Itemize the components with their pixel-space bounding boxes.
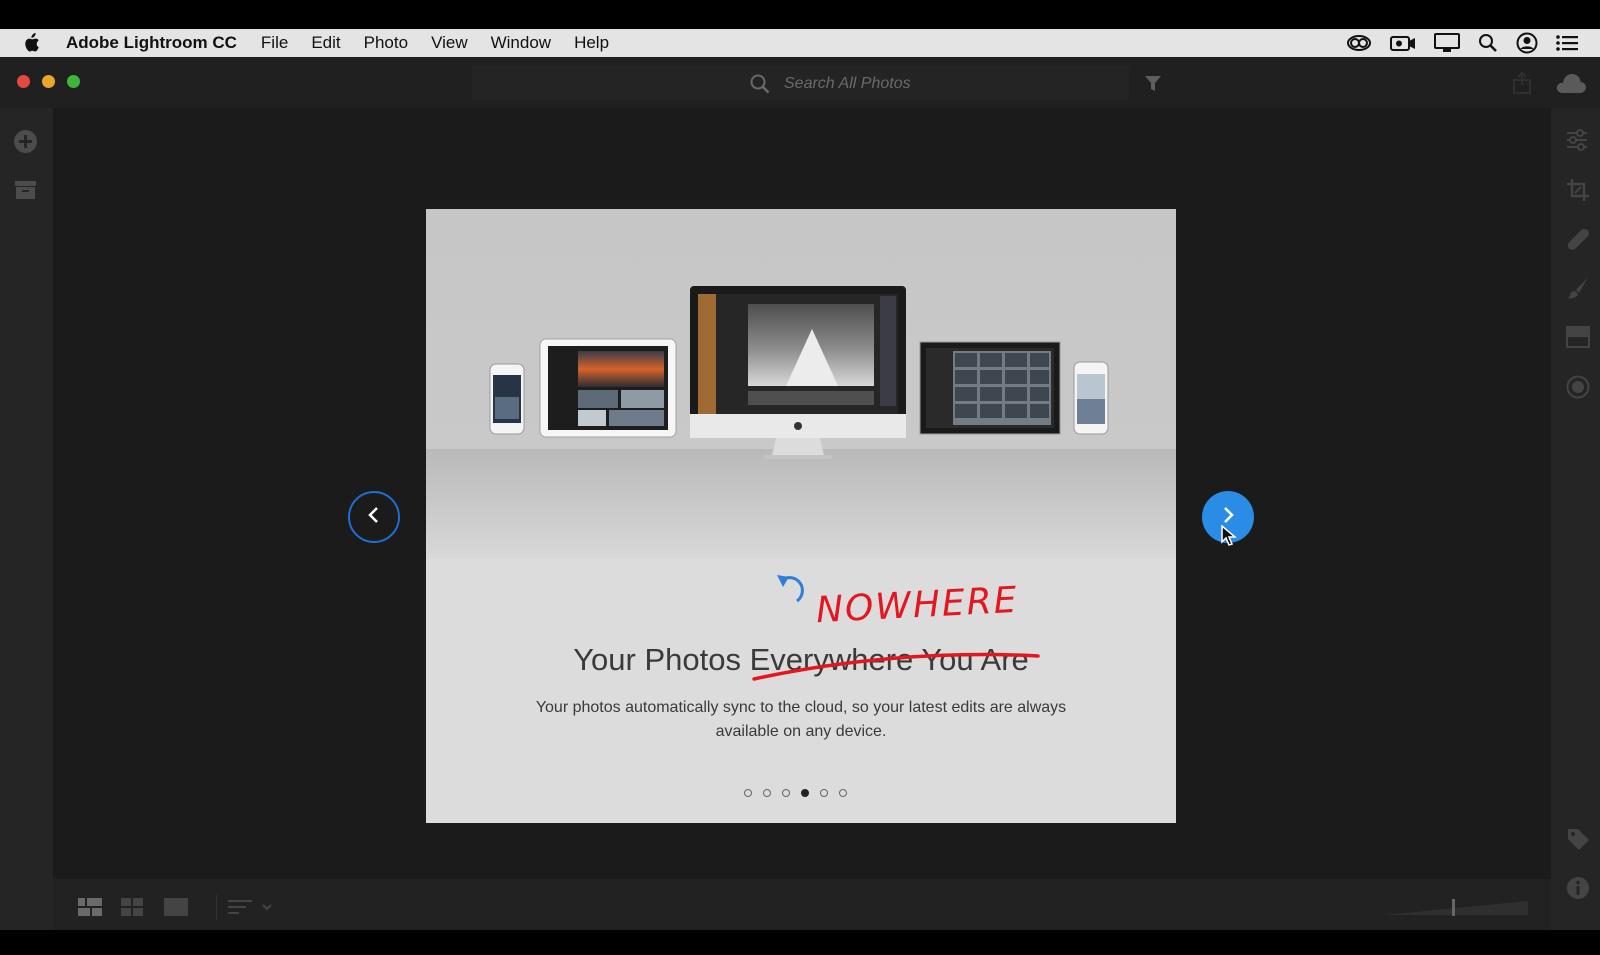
previous-slide-button[interactable] (348, 491, 400, 543)
search-icon (750, 74, 770, 99)
photo-grid-view-icon[interactable] (121, 898, 143, 921)
right-panel (1551, 108, 1600, 930)
page-dot-1[interactable] (744, 789, 752, 797)
menu-photo[interactable]: Photo (364, 33, 408, 53)
airplay-display-icon[interactable] (1434, 33, 1460, 53)
window-close-button[interactable] (17, 75, 30, 88)
pagination-dots (744, 789, 847, 797)
sort-icon[interactable] (228, 898, 274, 921)
title-bar (0, 57, 1600, 108)
edit-sliders-icon[interactable] (1566, 129, 1588, 156)
linear-gradient-icon[interactable] (1566, 326, 1590, 353)
archive-icon[interactable] (13, 179, 38, 206)
menu-file[interactable]: File (261, 33, 288, 53)
app-name-menu[interactable]: Adobe Lightroom CC (66, 33, 237, 53)
detail-view-icon[interactable] (164, 898, 188, 921)
user-account-icon[interactable] (1516, 32, 1538, 54)
left-panel (0, 108, 53, 930)
window-zoom-button[interactable] (67, 75, 80, 88)
letterbox-top (0, 0, 1600, 29)
window-minimize-button[interactable] (42, 75, 55, 88)
menu-view[interactable]: View (431, 33, 468, 53)
spotlight-search-icon[interactable] (1478, 33, 1498, 53)
chevron-left-icon (367, 506, 381, 529)
screen-recorder-icon[interactable] (1390, 34, 1416, 52)
letterbox-bottom (0, 930, 1600, 955)
search-input[interactable] (782, 67, 1106, 100)
radial-gradient-icon[interactable] (1566, 375, 1590, 404)
page-dot-6[interactable] (839, 789, 847, 797)
mouse-pointer-icon (1221, 524, 1238, 552)
info-icon[interactable] (1566, 876, 1590, 905)
healing-brush-icon[interactable] (1566, 227, 1590, 256)
share-icon[interactable] (1512, 71, 1532, 99)
page-dot-5[interactable] (820, 789, 828, 797)
menubar-status-area (1346, 29, 1578, 57)
bottom-toolbar (53, 879, 1551, 930)
macos-menubar: Adobe Lightroom CC File Edit Photo View … (0, 29, 1600, 57)
onboarding-body-text: Your photos automatically sync to the cl… (535, 699, 1067, 740)
toolbar-divider (216, 895, 217, 920)
tag-icon[interactable] (1566, 827, 1590, 856)
page-dot-3[interactable] (782, 789, 790, 797)
filter-icon[interactable] (1144, 75, 1162, 97)
crop-icon[interactable] (1566, 178, 1590, 207)
page-dot-2[interactable] (763, 789, 771, 797)
onboarding-card: Your Photos Everywhere You Are NOWHERE Y… (426, 209, 1176, 823)
thumbnail-size-slider[interactable] (1384, 898, 1534, 921)
brush-icon[interactable] (1566, 276, 1590, 305)
notification-center-icon[interactable] (1556, 34, 1578, 52)
cloud-sync-icon[interactable] (1555, 72, 1587, 99)
menu-edit[interactable]: Edit (311, 33, 340, 53)
menu-window[interactable]: Window (491, 33, 551, 53)
creative-cloud-icon[interactable] (1346, 34, 1372, 52)
menu-help[interactable]: Help (574, 33, 609, 53)
square-grid-view-icon[interactable] (78, 898, 102, 921)
add-photos-icon[interactable] (13, 129, 38, 159)
apple-menu-icon[interactable] (22, 33, 56, 53)
page-dot-4[interactable] (801, 789, 809, 797)
